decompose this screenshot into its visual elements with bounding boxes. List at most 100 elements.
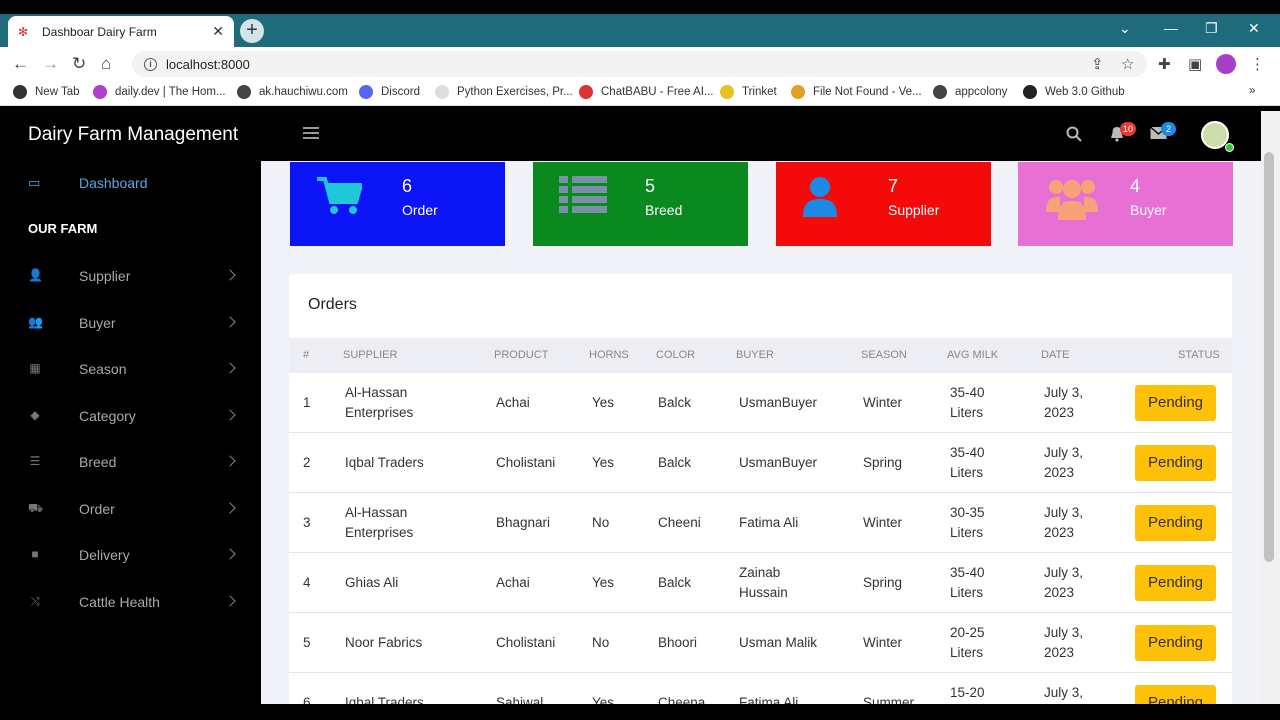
cell-text: 15-20: [950, 685, 985, 700]
cell-date: July 3, 2023: [1044, 563, 1083, 603]
bookmark-item[interactable]: File Not Found - Ve...: [791, 85, 922, 99]
scrollbar-thumb[interactable]: [1264, 152, 1274, 562]
close-window-button[interactable]: ✕: [1248, 20, 1260, 37]
reload-icon[interactable]: ↻: [72, 54, 86, 74]
bookmark-item[interactable]: daily.dev | The Hom...: [93, 85, 226, 99]
extensions-icon[interactable]: ✚: [1158, 55, 1171, 73]
forward-icon[interactable]: →: [42, 54, 59, 74]
cell-text: Liters: [950, 465, 984, 480]
address-bar[interactable]: i localhost:8000: [132, 51, 1147, 77]
bookmark-item[interactable]: Trinket: [720, 85, 777, 99]
bookmark-icon: [13, 85, 27, 99]
profile-avatar[interactable]: [1216, 54, 1236, 74]
minimize-button[interactable]: —: [1164, 20, 1178, 36]
more-bookmarks-icon[interactable]: »: [1249, 85, 1255, 97]
tab-search-icon[interactable]: ⌄: [1119, 20, 1131, 37]
sidebar-item-dashboard[interactable]: ▭ Dashboard: [0, 173, 261, 195]
online-status-dot: [1225, 143, 1234, 152]
cell-product: Achai: [496, 393, 530, 413]
table-row[interactable]: 3 Al-Hassan Enterprises Bhagnari No Cheeni Fat…: [289, 493, 1232, 553]
bookmark-item[interactable]: Discord: [359, 85, 420, 99]
status-pending-button[interactable]: Pending: [1135, 625, 1216, 661]
cell-text: Ghias Ali: [345, 575, 399, 590]
bookmark-item[interactable]: appcolony: [933, 85, 1007, 99]
bookmark-item[interactable]: ChatBABU - Free AI...: [579, 85, 713, 99]
column-header: PRODUCT: [494, 349, 549, 361]
cell-text: 35-40: [950, 445, 985, 460]
status-pending-button[interactable]: Pending: [1135, 445, 1216, 481]
bookmark-item[interactable]: ak.hauchiwu.com: [237, 85, 348, 99]
bookmark-item[interactable]: Python Exercises, Pr...: [435, 85, 573, 99]
cell-text: Zainab: [739, 565, 781, 580]
cell-text: Liters: [950, 585, 984, 600]
table-header: # SUPPLIER PRODUCT HORNS COLOR BUYER SEA…: [289, 338, 1232, 373]
sidebar-item-season[interactable]: ▦ Season: [0, 359, 261, 381]
column-header: BUYER: [736, 349, 774, 361]
table-row[interactable]: 4 Ghias Ali Achai Yes Balck Zainab Hussain Spri…: [289, 553, 1232, 613]
cell-color: Bhoori: [658, 633, 697, 653]
column-header: DATE: [1041, 349, 1070, 361]
side-panel-icon[interactable]: ▣: [1188, 55, 1202, 73]
stat-card-supplier[interactable]: 7 Supplier: [776, 162, 991, 246]
brand-title[interactable]: Dairy Farm Management: [28, 124, 238, 146]
cell-text: Fatima Ali: [739, 515, 799, 530]
stat-card-buyer[interactable]: 4 Buyer: [1018, 162, 1233, 246]
cell-buyer: Usman Malik: [739, 633, 817, 653]
share-icon[interactable]: ⇪: [1091, 55, 1104, 73]
cell-horns: No: [592, 513, 609, 533]
maximize-button[interactable]: ❐: [1205, 20, 1218, 37]
cell-buyer: Fatima Ali: [739, 513, 798, 533]
column-header: COLOR: [656, 349, 696, 361]
sidebar-item-buyer[interactable]: 👥 Buyer: [0, 313, 261, 335]
cell-text: July 3,: [1044, 385, 1084, 400]
chevron-right-icon: [224, 595, 236, 607]
sidebar-item-breed[interactable]: ☰ Breed: [0, 452, 261, 474]
app-viewport: Dairy Farm Management 10 2 ▭ Dashboard O…: [0, 111, 1280, 720]
stat-card-breed[interactable]: 5 Breed: [533, 162, 748, 246]
sidebar-item-order[interactable]: ⛟ Order: [0, 499, 261, 521]
browser-tab[interactable]: ✻ Dashboar Dairy Farm ✕: [8, 16, 234, 47]
card-label: Supplier: [888, 202, 940, 218]
cell-text: Usman Malik: [739, 635, 818, 650]
cell-horns: Yes: [592, 453, 614, 473]
cell-buyer: UsmanBuyer: [739, 393, 817, 413]
back-icon[interactable]: ←: [12, 54, 29, 74]
users-icon: 👥: [28, 315, 43, 329]
cell-text: 35-40: [950, 565, 985, 580]
status-pending-button[interactable]: Pending: [1135, 385, 1216, 421]
sidebar-item-supplier[interactable]: 👤 Supplier: [0, 266, 261, 288]
cell-horns: Yes: [592, 393, 614, 413]
home-icon[interactable]: ⌂: [101, 54, 111, 74]
cell-date: July 3, 2023: [1044, 443, 1083, 483]
table-row[interactable]: 1 Al-Hassan Enterprises Achai Yes Balck UsmanB…: [289, 373, 1232, 433]
browser-toolbar: ← → ↻ ⌂ i localhost:8000 ⇪ ☆ ✚ ▣ ⋮: [0, 47, 1280, 80]
table-row[interactable]: 5 Noor Fabrics Cholistani No Bhoori Usman Mal…: [289, 613, 1232, 673]
cell-text: Winter: [863, 635, 903, 650]
hamburger-menu-icon[interactable]: [303, 127, 319, 142]
cell-text: Winter: [863, 515, 903, 530]
cell-text: Balck: [658, 455, 692, 470]
cell-product: Achai: [496, 573, 530, 593]
table-row[interactable]: 2 Iqbal Traders Cholistani Yes Balck UsmanBuy…: [289, 433, 1232, 493]
cell-text: Al-Hassan: [345, 505, 408, 520]
menu-icon[interactable]: ⋮: [1250, 55, 1265, 73]
column-header: AVG MILK: [947, 349, 999, 361]
cell-text: Bhoori: [658, 635, 698, 650]
cart-icon: ⛟: [28, 501, 44, 515]
status-pending-button[interactable]: Pending: [1135, 505, 1216, 541]
sidebar-item-delivery[interactable]: ■ Delivery: [0, 545, 261, 567]
new-tab-button[interactable]: +: [240, 19, 264, 43]
bookmark-item[interactable]: New Tab: [13, 85, 80, 99]
sidebar-item-category[interactable]: ◆ Category: [0, 406, 261, 428]
sidebar-item-cattle-health[interactable]: ⤨ Cattle Health: [0, 592, 261, 614]
cell-text: Iqbal Traders: [345, 455, 424, 470]
close-tab-icon[interactable]: ✕: [212, 23, 224, 40]
status-pending-button[interactable]: Pending: [1135, 565, 1216, 601]
sidebar-item-label: Cattle Health: [79, 594, 160, 610]
cell-text: No: [592, 515, 610, 530]
bookmark-item[interactable]: Web 3.0 Github: [1023, 85, 1125, 99]
bookmark-star-icon[interactable]: ☆: [1121, 55, 1134, 73]
site-info-icon[interactable]: i: [144, 57, 157, 71]
stat-card-order[interactable]: 6 Order: [290, 162, 505, 246]
search-icon[interactable]: [1066, 126, 1082, 147]
